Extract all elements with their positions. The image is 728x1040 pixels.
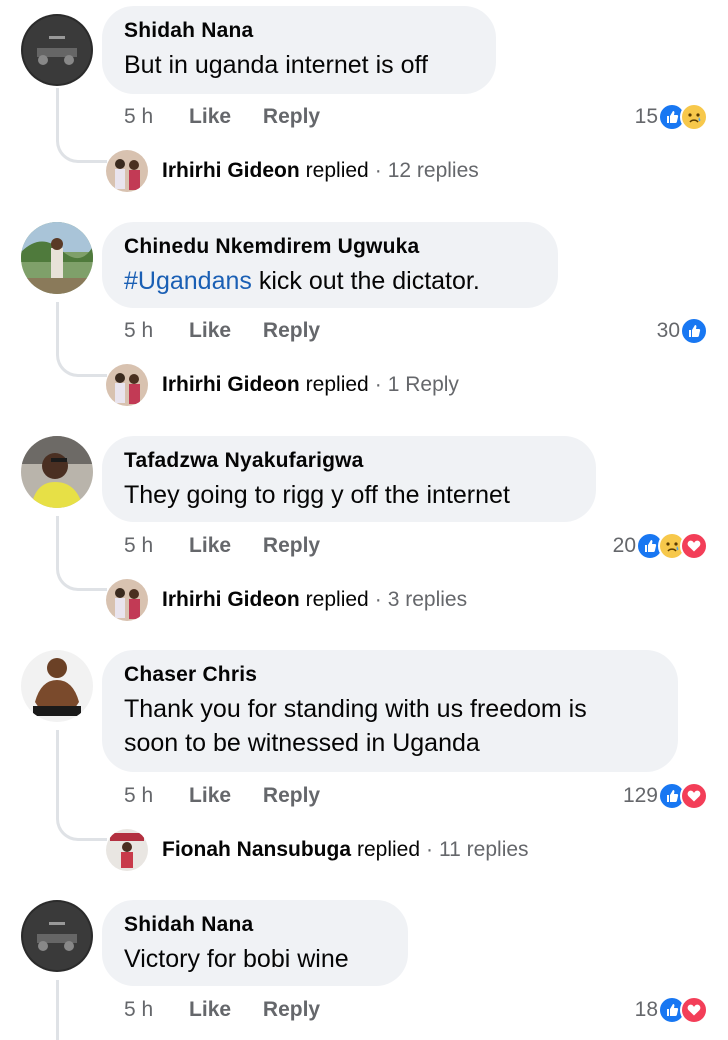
comment-bubble[interactable]: Chinedu Nkemdirem Ugwuka #Ugandans kick … [102,222,558,308]
comment-bubble[interactable]: Chaser Chris Thank you for standing with… [102,650,678,772]
separator-dot: · [374,373,382,396]
reply-verb: replied [305,373,369,396]
reply-count: 11 replies [439,838,529,861]
reaction-count: 129 [622,784,658,807]
sad-reaction-icon [680,103,708,131]
comment-text: Victory for bobi wine [124,945,349,973]
reaction-count: 15 [634,105,658,128]
reply-author: Fionah Nansubuga [162,838,351,861]
reaction-count: 30 [656,319,680,342]
thread-line [56,516,107,591]
comment-time[interactable]: 5 h [124,105,153,128]
comment-actions: 5 h Like Reply [124,781,320,811]
comment-actions: 5 h Like Reply [124,995,320,1025]
replies-summary[interactable]: Irhirhi Gideon replied · 1 Reply [106,364,459,406]
comment-text-line: Thank you for standing with us freedom i… [124,695,587,723]
comment-author[interactable]: Chaser Chris [124,662,656,688]
comment-author[interactable]: Shidah Nana [124,912,386,938]
reaction-summary[interactable]: 18 [635,994,708,1026]
avatar[interactable] [21,650,93,722]
love-reaction-icon [680,782,708,810]
thread-line [56,88,107,163]
separator-dot: · [374,159,382,182]
comment-bubble[interactable]: Tafadzwa Nyakufarigwa They going to rigg… [102,436,596,522]
reply-avatar [106,364,148,406]
avatar[interactable] [21,222,93,294]
reply-avatar [106,579,148,621]
like-button[interactable]: Like [189,998,231,1021]
reply-count: 1 Reply [387,373,459,396]
like-button[interactable]: Like [189,105,231,128]
reply-avatar [106,150,148,192]
reply-verb: replied [305,588,369,611]
reaction-count: 18 [634,998,658,1021]
love-reaction-icon [680,996,708,1024]
comment-author[interactable]: Chinedu Nkemdirem Ugwuka [124,234,536,260]
like-reaction-icon [680,317,708,345]
comment-text-line: soon to be witnessed in Uganda [124,729,480,757]
comment-text: #Ugandans kick out the dictator. [124,264,536,298]
reply-count: 3 replies [387,588,468,611]
avatar[interactable] [21,900,93,972]
avatar[interactable] [21,14,93,86]
reaction-summary[interactable]: 20 [613,530,708,562]
comment-actions: 5 h Like Reply [124,531,320,561]
reply-button[interactable]: Reply [263,534,320,557]
comment-time[interactable]: 5 h [124,998,153,1021]
comment-bubble[interactable]: Shidah Nana But in uganda internet is of… [102,6,496,94]
comment-text: Thank you for standing with us freedom i… [124,692,656,760]
thread-line [56,730,107,841]
comment-time[interactable]: 5 h [124,534,153,557]
comment-actions: 5 h Like Reply [124,102,320,132]
reply-count: 12 replies [387,159,479,182]
comment-time[interactable]: 5 h [124,319,153,342]
reply-author: Irhirhi Gideon [162,588,300,611]
reply-button[interactable]: Reply [263,105,320,128]
reply-avatar [106,829,148,871]
comment-text-body: kick out the dictator. [251,267,480,295]
comment-time[interactable]: 5 h [124,784,153,807]
like-button[interactable]: Like [189,319,231,342]
reply-button[interactable]: Reply [263,319,320,342]
comment-text: They going to rigg y off the internet [124,481,510,509]
reaction-summary[interactable]: 15 [635,101,708,133]
comment-bubble[interactable]: Shidah Nana Victory for bobi wine [102,900,408,986]
hashtag-link[interactable]: #Ugandans [124,267,252,295]
like-button[interactable]: Like [189,784,231,807]
reply-author: Irhirhi Gideon [162,159,300,182]
comment-author[interactable]: Tafadzwa Nyakufarigwa [124,448,574,474]
thread-line [56,980,107,1040]
replies-summary[interactable]: Irhirhi Gideon replied · 12 replies [106,150,479,192]
comments-screen: { "comments": [ { "author": "Shidah Nana… [0,0,728,1040]
reply-button[interactable]: Reply [263,998,320,1021]
replies-summary[interactable]: Irhirhi Gideon replied · 3 replies [106,579,467,621]
reaction-summary[interactable]: 129 [623,780,708,812]
reply-author: Irhirhi Gideon [162,373,300,396]
reply-button[interactable]: Reply [263,784,320,807]
reaction-summary[interactable]: 30 [657,315,708,347]
thread-line [56,302,107,377]
comment-author[interactable]: Shidah Nana [124,18,474,44]
separator-dot: · [374,588,382,611]
reply-verb: replied [305,159,369,182]
avatar[interactable] [21,436,93,508]
comment-text: But in uganda internet is off [124,51,428,79]
love-reaction-icon [680,532,708,560]
replies-summary[interactable]: Fionah Nansubuga replied · 11 replies [106,829,529,871]
reply-verb: replied [357,838,421,861]
reaction-count: 20 [612,534,636,557]
like-button[interactable]: Like [189,534,231,557]
comment-actions: 5 h Like Reply [124,316,320,346]
separator-dot: · [426,838,434,861]
